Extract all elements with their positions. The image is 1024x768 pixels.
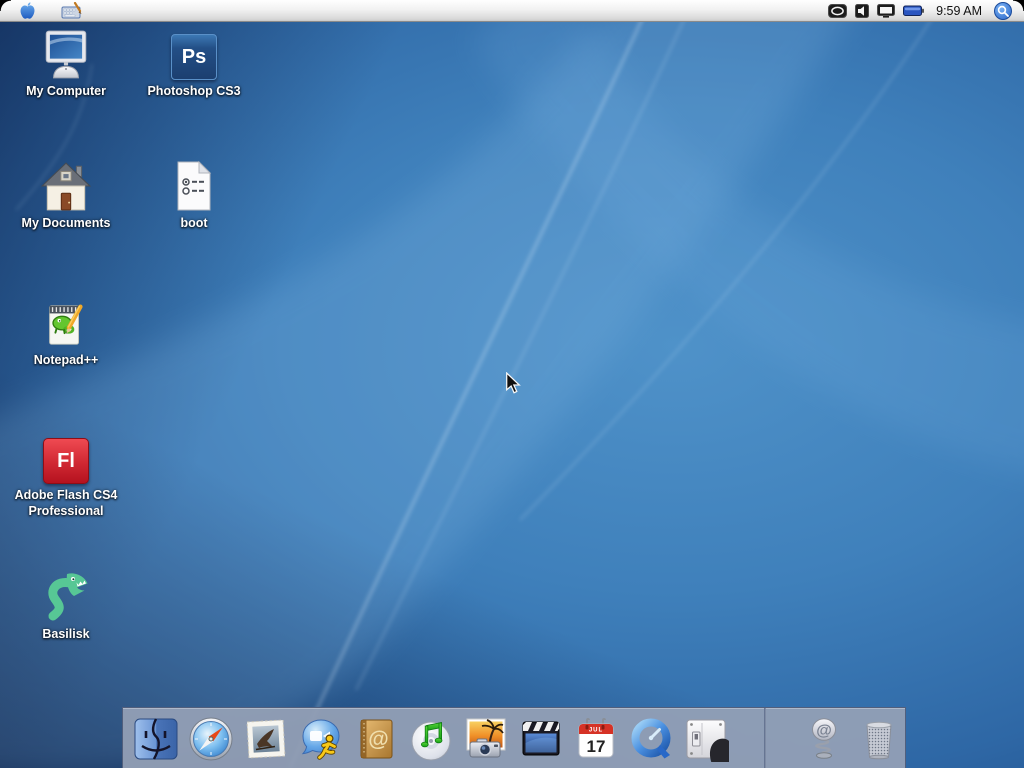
photoshop-icon: Ps [171,34,217,80]
svg-text:JUL: JUL [589,728,603,734]
quicktime-icon [628,716,674,762]
desktop-icon-photoshop-cs3[interactable]: Ps Photoshop CS3 [132,24,256,99]
at-spring-icon: @ [801,716,847,762]
battery-icon [903,5,924,17]
spotlight-button[interactable] [994,2,1012,20]
screen-corner [0,0,11,11]
svg-text:@: @ [816,723,832,740]
dock-separator [764,708,766,768]
desktop-icon-flash-cs4[interactable]: Fl Adobe Flash CS4 Professional [4,428,128,519]
boot-file-icon [171,160,217,212]
energy-icon [828,4,847,18]
desktop-screen: 9:59 AM [0,0,1024,768]
displays-status[interactable] [877,0,895,22]
dock: @ [122,707,906,768]
desktop-icon-notepad-plus-plus[interactable]: Notepad++ [4,293,128,368]
displays-icon [877,4,895,18]
icon-label: Adobe Flash CS4 Professional [8,487,124,519]
keyboard-input-icon [61,2,82,19]
my-documents-icon [39,160,93,212]
mail-stamp-icon [243,716,289,762]
dock-system-preferences[interactable] [683,716,729,762]
apple-menu[interactable] [20,0,35,22]
dock-iphoto[interactable] [463,716,509,762]
finder-icon [133,716,179,762]
itunes-icon [408,716,454,762]
notepad-plus-plus-icon [41,299,91,349]
svg-text:17: 17 [587,737,606,756]
volume-icon [855,4,869,18]
photoshop-glyph: Ps [182,46,206,69]
menubar: 9:59 AM [0,0,1024,22]
trash-icon [856,716,902,762]
menubar-clock[interactable]: 9:59 AM [932,0,986,22]
iphoto-icon [463,716,509,762]
icon-label: My Computer [26,83,106,99]
icon-label: My Documents [22,215,111,231]
basilisk-icon [40,571,92,623]
dock-ical[interactable]: JUL 17 [573,716,619,762]
energy-status[interactable] [828,0,847,22]
dock-safari[interactable] [188,716,234,762]
desktop-icon-my-documents[interactable]: My Documents [4,156,128,231]
dock-mail[interactable] [243,716,289,762]
mouse-cursor [503,372,523,394]
dock-ichat[interactable] [298,716,344,762]
icon-label: Notepad++ [34,352,99,368]
volume-status[interactable] [855,0,869,22]
keyboard-input-menu[interactable] [61,0,82,22]
my-computer-icon [39,30,93,80]
icon-label: boot [180,215,207,231]
desktop-icon-boot[interactable]: boot [132,156,256,231]
flash-icon: Fl [43,438,89,484]
safari-icon [188,716,234,762]
dock-trash[interactable] [856,716,902,762]
imovie-icon [518,716,564,762]
dock-finder[interactable] [133,716,179,762]
dock-itunes[interactable] [408,716,454,762]
battery-status[interactable] [903,0,924,22]
ichat-icon [298,716,344,762]
system-preferences-icon [683,716,729,762]
desktop-icon-my-computer[interactable]: My Computer [4,24,128,99]
dock-address-book[interactable]: @ [353,716,399,762]
dock-quicktime[interactable] [628,716,674,762]
dock-mail-at-spring[interactable]: @ [801,716,847,762]
address-book-icon: @ [353,716,399,762]
dock-imovie[interactable] [518,716,564,762]
screen-corner [1013,0,1024,11]
icon-label: Photoshop CS3 [147,83,240,99]
svg-text:@: @ [368,728,388,751]
icon-label: Basilisk [42,626,89,642]
apple-icon [20,2,35,20]
desktop-icon-basilisk[interactable]: Basilisk [4,567,128,642]
flash-glyph: Fl [57,450,75,473]
ical-icon: JUL 17 [573,716,619,762]
search-icon [996,4,1010,18]
